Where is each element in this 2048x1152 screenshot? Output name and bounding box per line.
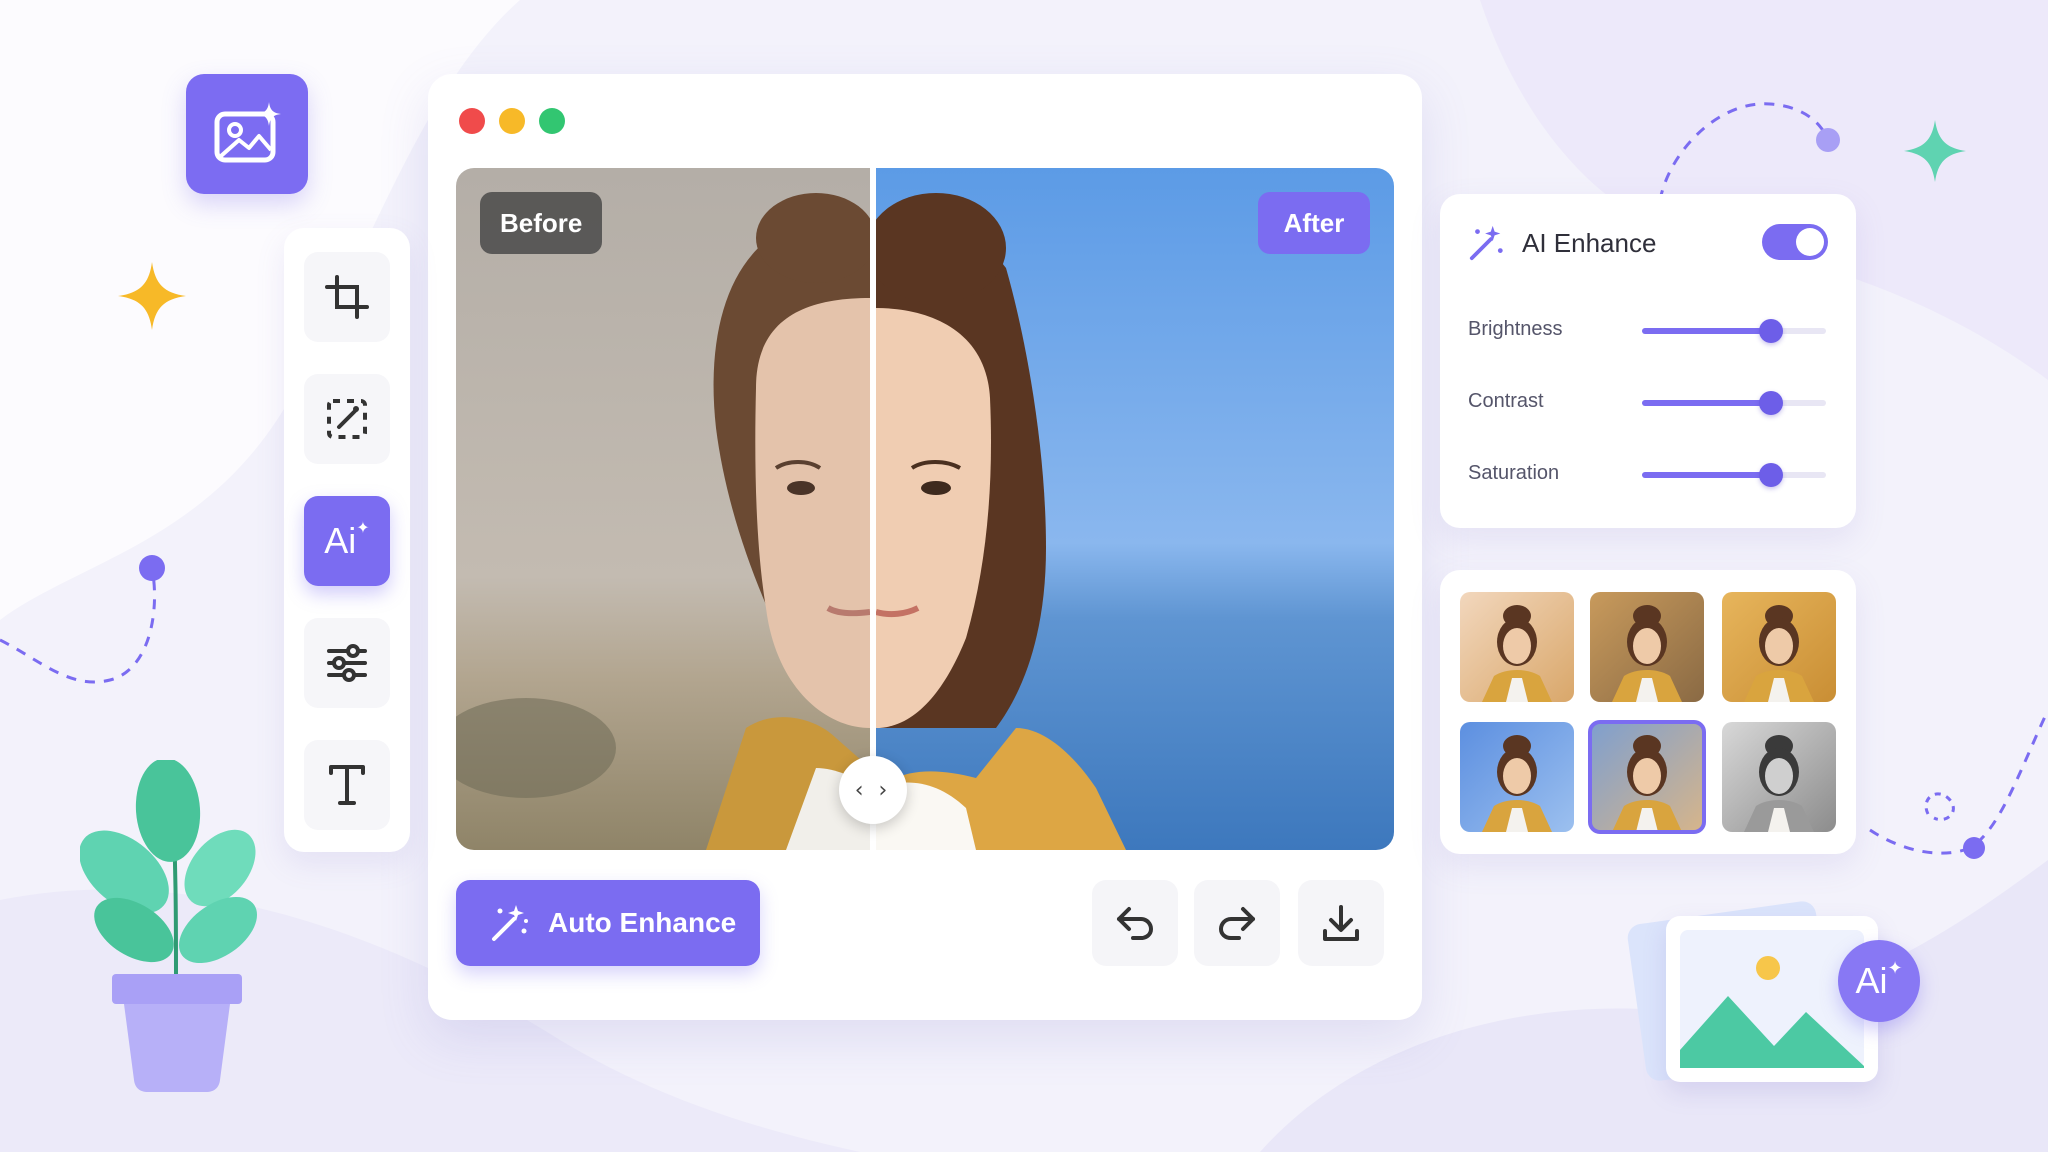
saturation-slider-fill xyxy=(1642,472,1771,478)
brightness-slider-fill xyxy=(1642,328,1771,334)
magic-wand-icon xyxy=(1469,225,1503,261)
brightness-slider[interactable] xyxy=(1642,319,1826,343)
dashed-curve-top-right xyxy=(1658,102,1840,200)
saturation-slider-thumb[interactable] xyxy=(1758,463,1783,487)
undo-button[interactable] xyxy=(1092,880,1178,966)
sliders-icon xyxy=(327,644,367,682)
comparison-divider[interactable] xyxy=(870,168,876,850)
ai-badge-text: Ai xyxy=(1855,960,1888,1001)
filter-thumbnail[interactable] xyxy=(1460,592,1574,702)
filter-thumbnail[interactable] xyxy=(1460,722,1574,832)
text-tool-button[interactable] xyxy=(304,740,390,830)
ai-enhance-toggle[interactable] xyxy=(1762,224,1828,260)
saturation-label: Saturation xyxy=(1468,462,1560,484)
magic-select-tool-button[interactable] xyxy=(304,374,390,464)
redo-button[interactable] xyxy=(1194,880,1280,966)
filter-thumbnail-selected[interactable] xyxy=(1588,720,1706,834)
photo-stack-illustration: Ai ✦ xyxy=(1625,888,1920,1088)
download-icon xyxy=(1323,905,1359,941)
dashed-curve-bottom-right xyxy=(1869,709,2048,859)
auto-enhance-button[interactable]: Auto Enhance xyxy=(456,880,760,966)
crop-icon xyxy=(325,275,369,319)
ai-tool-label: Ai xyxy=(324,520,357,561)
filter-thumbnail[interactable] xyxy=(1590,592,1704,702)
chevron-left-right-icon: ‹ › xyxy=(854,777,892,803)
sparkle-yellow-icon xyxy=(118,262,186,330)
contrast-slider[interactable] xyxy=(1642,391,1826,415)
after-label: After xyxy=(1258,192,1370,254)
adjust-tool-button[interactable] xyxy=(304,618,390,708)
photo-comparison: Before After ‹ › xyxy=(456,168,1394,850)
after-photo: After xyxy=(876,168,1394,850)
filter-thumbnail[interactable] xyxy=(1722,592,1836,702)
before-photo: Before xyxy=(456,168,870,850)
contrast-label: Contrast xyxy=(1468,390,1544,412)
potted-plant-icon xyxy=(80,760,258,1092)
redo-icon xyxy=(1218,907,1255,940)
text-icon xyxy=(329,765,365,805)
magic-selection-icon xyxy=(327,399,367,439)
before-label: Before xyxy=(480,192,602,254)
image-sparkle-icon xyxy=(214,102,281,163)
saturation-slider[interactable] xyxy=(1642,463,1826,487)
panel-title: AI Enhance xyxy=(1522,228,1657,258)
undo-icon xyxy=(1117,907,1154,940)
ai-badge: Ai ✦ xyxy=(1838,940,1920,1022)
window-close-dot[interactable] xyxy=(459,108,485,134)
window-minimize-dot[interactable] xyxy=(499,108,525,134)
brightness-label: Brightness xyxy=(1468,318,1563,340)
filter-thumbnail[interactable] xyxy=(1722,722,1836,832)
tool-rail: Ai ✦ xyxy=(284,228,410,852)
contrast-slider-thumb[interactable] xyxy=(1758,391,1783,415)
magic-wand-icon xyxy=(492,905,528,941)
download-button[interactable] xyxy=(1298,880,1384,966)
brightness-slider-thumb[interactable] xyxy=(1758,319,1783,343)
auto-enhance-label: Auto Enhance xyxy=(548,907,737,938)
ai-enhance-panel: AI Enhance Brightness Contrast Saturatio… xyxy=(1440,194,1856,528)
toggle-knob xyxy=(1796,228,1824,256)
window-maximize-dot[interactable] xyxy=(539,108,565,134)
crop-tool-button[interactable] xyxy=(304,252,390,342)
sparkle-icon: ✦ xyxy=(356,517,370,537)
dashed-curve-left xyxy=(0,555,165,684)
ai-tool-button[interactable]: Ai ✦ xyxy=(304,496,390,586)
comparison-slider-handle[interactable]: ‹ › xyxy=(839,756,907,824)
contrast-slider-fill xyxy=(1642,400,1771,406)
app-logo xyxy=(186,74,308,194)
sparkle-icon: ✦ xyxy=(1887,957,1903,979)
filter-presets-panel xyxy=(1440,570,1856,854)
sparkle-teal-icon xyxy=(1904,120,1966,182)
